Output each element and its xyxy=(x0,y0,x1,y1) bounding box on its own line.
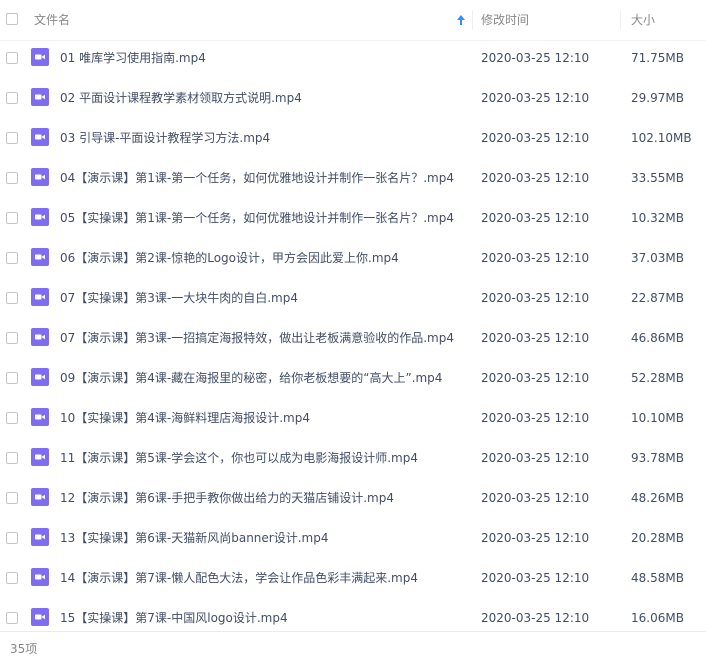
video-file-icon xyxy=(31,248,49,266)
column-divider xyxy=(472,10,473,30)
file-size: 10.32MB xyxy=(631,211,684,225)
file-name[interactable]: 07【演示课】第3课-一招搞定海报特效，做出让老板满意验收的作品.mp4 xyxy=(60,318,454,358)
column-divider xyxy=(620,10,621,30)
file-name[interactable]: 09【演示课】第4课-藏在海报里的秘密，给你老板想要的“高大上”.mp4 xyxy=(60,358,442,398)
video-file-icon xyxy=(31,568,49,586)
video-file-icon xyxy=(31,328,49,346)
column-header-time[interactable]: 修改时间 xyxy=(481,0,529,40)
column-header-size[interactable]: 大小 xyxy=(631,0,655,40)
file-row[interactable]: 07【实操课】第3课-一大块牛肉的自白.mp4 2020-03-25 12:10 2… xyxy=(0,278,706,318)
video-file-icon xyxy=(31,208,49,226)
video-file-icon xyxy=(31,608,49,626)
video-file-icon xyxy=(31,528,49,546)
file-row[interactable]: 10【实操课】第4课-海鲜料理店海报设计.mp4 2020-03-25 12:10… xyxy=(0,398,706,438)
row-checkbox[interactable] xyxy=(6,412,18,424)
file-name[interactable]: 03 引导课-平面设计教程学习方法.mp4 xyxy=(60,118,270,158)
file-name[interactable]: 12【演示课】第6课-手把手教你做出给力的天猫店铺设计.mp4 xyxy=(60,478,394,518)
file-modified-time: 2020-03-25 12:10 xyxy=(481,91,590,105)
column-header-name[interactable]: 文件名 xyxy=(34,0,70,40)
file-modified-time: 2020-03-25 12:10 xyxy=(481,251,590,265)
row-checkbox[interactable] xyxy=(6,52,18,64)
file-size: 29.97MB xyxy=(631,91,684,105)
video-file-icon xyxy=(31,88,49,106)
file-size: 52.28MB xyxy=(631,371,684,385)
file-size: 48.26MB xyxy=(631,491,684,505)
file-name[interactable]: 14【演示课】第7课-懒人配色大法，学会让作品色彩丰满起来.mp4 xyxy=(60,558,418,598)
row-checkbox[interactable] xyxy=(6,572,18,584)
file-size: 37.03MB xyxy=(631,251,684,265)
file-modified-time: 2020-03-25 12:10 xyxy=(481,171,590,185)
file-size: 20.28MB xyxy=(631,531,684,545)
file-modified-time: 2020-03-25 12:10 xyxy=(481,371,590,385)
row-checkbox[interactable] xyxy=(6,92,18,104)
file-modified-time: 2020-03-25 12:10 xyxy=(481,131,590,145)
file-modified-time: 2020-03-25 12:10 xyxy=(481,531,590,545)
file-row[interactable]: 13【实操课】第6课-天猫新风尚banner设计.mp4 2020-03-25 1… xyxy=(0,518,706,558)
file-size: 48.58MB xyxy=(631,571,684,585)
file-size: 93.78MB xyxy=(631,451,684,465)
file-modified-time: 2020-03-25 12:10 xyxy=(481,411,590,425)
file-modified-time: 2020-03-25 12:10 xyxy=(481,571,590,585)
select-all-checkbox[interactable] xyxy=(6,13,18,25)
video-file-icon xyxy=(31,368,49,386)
file-modified-time: 2020-03-25 12:10 xyxy=(481,51,590,65)
file-size: 71.75MB xyxy=(631,51,684,65)
file-name[interactable]: 01 唯库学习使用指南.mp4 xyxy=(60,38,206,78)
file-modified-time: 2020-03-25 12:10 xyxy=(481,491,590,505)
file-list-header: 文件名 修改时间 大小 xyxy=(0,0,706,41)
video-file-icon xyxy=(31,168,49,186)
video-file-icon xyxy=(31,408,49,426)
arrow-up-icon[interactable] xyxy=(455,14,467,26)
video-file-icon xyxy=(31,48,49,66)
row-checkbox[interactable] xyxy=(6,132,18,144)
file-name[interactable]: 04【演示课】第1课-第一个任务，如何优雅地设计并制作一张名片？.mp4 xyxy=(60,158,454,198)
item-count: 35项 xyxy=(10,642,38,656)
file-name[interactable]: 10【实操课】第4课-海鲜料理店海报设计.mp4 xyxy=(60,398,310,438)
file-row[interactable]: 01 唯库学习使用指南.mp4 2020-03-25 12:10 71.75MB xyxy=(0,38,706,78)
file-size: 22.87MB xyxy=(631,291,684,305)
file-modified-time: 2020-03-25 12:10 xyxy=(481,291,590,305)
file-row[interactable]: 11【演示课】第5课-学会这个，你也可以成为电影海报设计师.mp4 2020-03… xyxy=(0,438,706,478)
file-row[interactable]: 07【演示课】第3课-一招搞定海报特效，做出让老板满意验收的作品.mp4 2020… xyxy=(0,318,706,358)
row-checkbox[interactable] xyxy=(6,612,18,624)
row-checkbox[interactable] xyxy=(6,292,18,304)
video-file-icon xyxy=(31,448,49,466)
file-row[interactable]: 02 平面设计课程教学素材领取方式说明.mp4 2020-03-25 12:10 2… xyxy=(0,78,706,118)
row-checkbox[interactable] xyxy=(6,172,18,184)
file-size: 33.55MB xyxy=(631,171,684,185)
file-row[interactable]: 06【演示课】第2课-惊艳的Logo设计，甲方会因此爱上你.mp4 2020-03… xyxy=(0,238,706,278)
file-name[interactable]: 05【实操课】第1课-第一个任务，如何优雅地设计并制作一张名片？.mp4 xyxy=(60,198,454,238)
file-name[interactable]: 11【演示课】第5课-学会这个，你也可以成为电影海报设计师.mp4 xyxy=(60,438,418,478)
row-checkbox[interactable] xyxy=(6,372,18,384)
row-checkbox[interactable] xyxy=(6,252,18,264)
video-file-icon xyxy=(31,488,49,506)
file-row[interactable]: 09【演示课】第4课-藏在海报里的秘密，给你老板想要的“高大上”.mp4 2020… xyxy=(0,358,706,398)
file-name[interactable]: 06【演示课】第2课-惊艳的Logo设计，甲方会因此爱上你.mp4 xyxy=(60,238,399,278)
file-row[interactable]: 05【实操课】第1课-第一个任务，如何优雅地设计并制作一张名片？.mp4 2020… xyxy=(0,198,706,238)
file-name[interactable]: 07【实操课】第3课-一大块牛肉的自白.mp4 xyxy=(60,278,298,318)
file-size: 102.10MB xyxy=(631,131,692,145)
row-checkbox[interactable] xyxy=(6,452,18,464)
file-name[interactable]: 02 平面设计课程教学素材领取方式说明.mp4 xyxy=(60,78,302,118)
status-bar: 35项 xyxy=(0,631,706,658)
file-name[interactable]: 13【实操课】第6课-天猫新风尚banner设计.mp4 xyxy=(60,518,329,558)
row-checkbox[interactable] xyxy=(6,532,18,544)
file-row[interactable]: 14【演示课】第7课-懒人配色大法，学会让作品色彩丰满起来.mp4 2020-03… xyxy=(0,558,706,598)
file-row[interactable]: 04【演示课】第1课-第一个任务，如何优雅地设计并制作一张名片？.mp4 2020… xyxy=(0,158,706,198)
file-modified-time: 2020-03-25 12:10 xyxy=(481,451,590,465)
file-size: 10.10MB xyxy=(631,411,684,425)
row-checkbox[interactable] xyxy=(6,212,18,224)
video-file-icon xyxy=(31,288,49,306)
file-row[interactable]: 03 引导课-平面设计教程学习方法.mp4 2020-03-25 12:10 102… xyxy=(0,118,706,158)
file-modified-time: 2020-03-25 12:10 xyxy=(481,331,590,345)
file-size: 46.86MB xyxy=(631,331,684,345)
row-checkbox[interactable] xyxy=(6,332,18,344)
file-modified-time: 2020-03-25 12:10 xyxy=(481,211,590,225)
row-checkbox[interactable] xyxy=(6,492,18,504)
file-row[interactable]: 12【演示课】第6课-手把手教你做出给力的天猫店铺设计.mp4 2020-03-2… xyxy=(0,478,706,518)
video-file-icon xyxy=(31,128,49,146)
